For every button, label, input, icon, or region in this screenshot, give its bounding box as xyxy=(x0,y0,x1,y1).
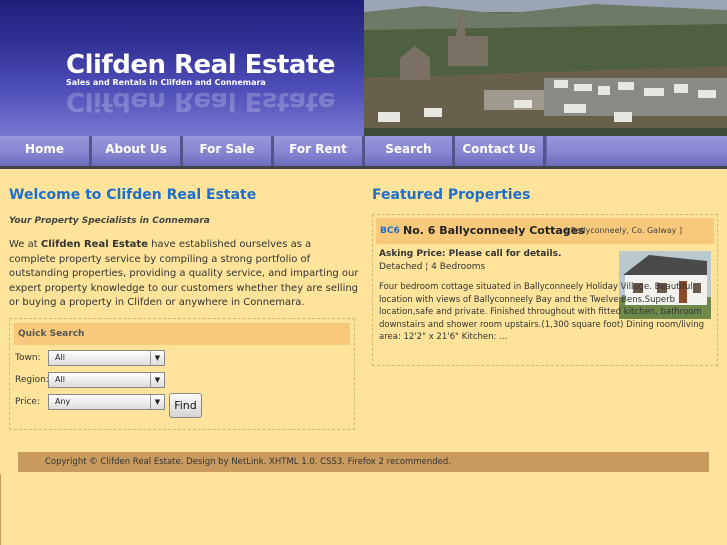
site-logo-title[interactable]: Clifden Real Estate xyxy=(66,50,335,80)
region-select-value: All xyxy=(55,375,65,384)
welcome-heading: Welcome to Clifden Real Estate xyxy=(9,187,257,203)
left-rule xyxy=(0,474,1,545)
price-label: Price: xyxy=(15,397,40,407)
footer: Copyright © Clifden Real Estate. Design … xyxy=(18,452,709,472)
tagline: Your Property Specialists in Connemara xyxy=(9,216,210,226)
region-select[interactable]: All ▼ xyxy=(48,372,165,388)
intro-paragraph: We at Clifden Real Estate have establish… xyxy=(9,238,359,311)
price-select-value: Any xyxy=(55,397,71,406)
nav-search[interactable]: Search xyxy=(365,136,455,166)
chevron-down-icon: ▼ xyxy=(150,351,164,365)
town-photo-image xyxy=(364,0,727,136)
nav-home[interactable]: Home xyxy=(0,136,92,166)
property-code[interactable]: BC6 xyxy=(380,218,400,244)
nav-spacer xyxy=(546,136,727,166)
town-select-value: All xyxy=(55,353,65,362)
chevron-down-icon: ▼ xyxy=(150,395,164,409)
town-photo xyxy=(364,0,727,136)
property-name-link[interactable]: No. 6 Ballyconneely Cottages xyxy=(403,218,585,244)
nav-about-us[interactable]: About Us xyxy=(92,136,183,166)
featured-property-card: BC6 No. 6 Ballyconneely Cottages [ Bally… xyxy=(372,214,718,366)
town-select[interactable]: All ▼ xyxy=(48,350,165,366)
chevron-down-icon: ▼ xyxy=(150,373,164,387)
nav-contact-us[interactable]: Contact Us xyxy=(455,136,546,166)
intro-prefix: We at xyxy=(9,239,41,250)
header-banner: Clifden Real Estate Sales and Rentals in… xyxy=(0,0,727,136)
property-description: Four bedroom cottage situated in Ballyco… xyxy=(379,281,711,344)
quick-search-panel: Quick Search Town: All ▼ Region: All ▼ Pri… xyxy=(9,318,355,430)
nav-for-rent[interactable]: For Rent xyxy=(274,136,365,166)
intro-company-name: Clifden Real Estate xyxy=(40,239,148,250)
main-nav: Home About Us For Sale For Rent Search C… xyxy=(0,136,727,169)
property-type: Detached ¦ 4 Bedrooms xyxy=(379,262,486,272)
region-label: Region: xyxy=(15,375,49,385)
featured-heading: Featured Properties xyxy=(372,187,531,203)
property-location: [ Ballyconneely, Co. Galway ] xyxy=(565,226,683,235)
property-header: BC6 No. 6 Ballyconneely Cottages [ Bally… xyxy=(376,218,714,244)
price-select[interactable]: Any ▼ xyxy=(48,394,165,410)
find-button[interactable]: Find xyxy=(169,393,202,418)
property-description-text: Four bedroom cottage situated in Ballyco… xyxy=(379,282,705,342)
logo-panel: Clifden Real Estate Sales and Rentals in… xyxy=(0,0,364,136)
quick-search-heading: Quick Search xyxy=(14,323,350,345)
property-price: Asking Price: Please call for details. xyxy=(379,249,562,259)
nav-for-sale[interactable]: For Sale xyxy=(183,136,274,166)
logo-reflection: Clifden Real Estate xyxy=(66,86,335,116)
town-label: Town: xyxy=(15,353,41,363)
